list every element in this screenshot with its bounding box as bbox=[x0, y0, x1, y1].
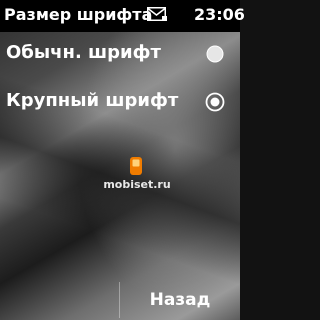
envelope-icon bbox=[147, 7, 167, 21]
softkey-bar: Назад bbox=[0, 280, 240, 320]
radio-unselected-icon[interactable] bbox=[205, 44, 225, 64]
clock: 23:06 bbox=[194, 5, 245, 24]
option-large-font[interactable]: Крупный шрифт bbox=[0, 80, 240, 124]
screen-title: Размер шрифта bbox=[4, 5, 153, 24]
status-bar: Размер шрифта 23:06 bbox=[0, 0, 245, 32]
mobiset-logo-icon bbox=[130, 157, 142, 175]
option-label: Обычн. шрифт bbox=[6, 42, 161, 63]
radio-selected-icon[interactable] bbox=[205, 92, 225, 112]
back-button[interactable]: Назад bbox=[120, 280, 240, 320]
watermark-text: mobiset.ru bbox=[103, 178, 171, 191]
option-normal-font[interactable]: Обычн. шрифт bbox=[0, 32, 240, 76]
option-label: Крупный шрифт bbox=[6, 90, 179, 111]
watermark: mobiset.ru bbox=[97, 156, 177, 196]
